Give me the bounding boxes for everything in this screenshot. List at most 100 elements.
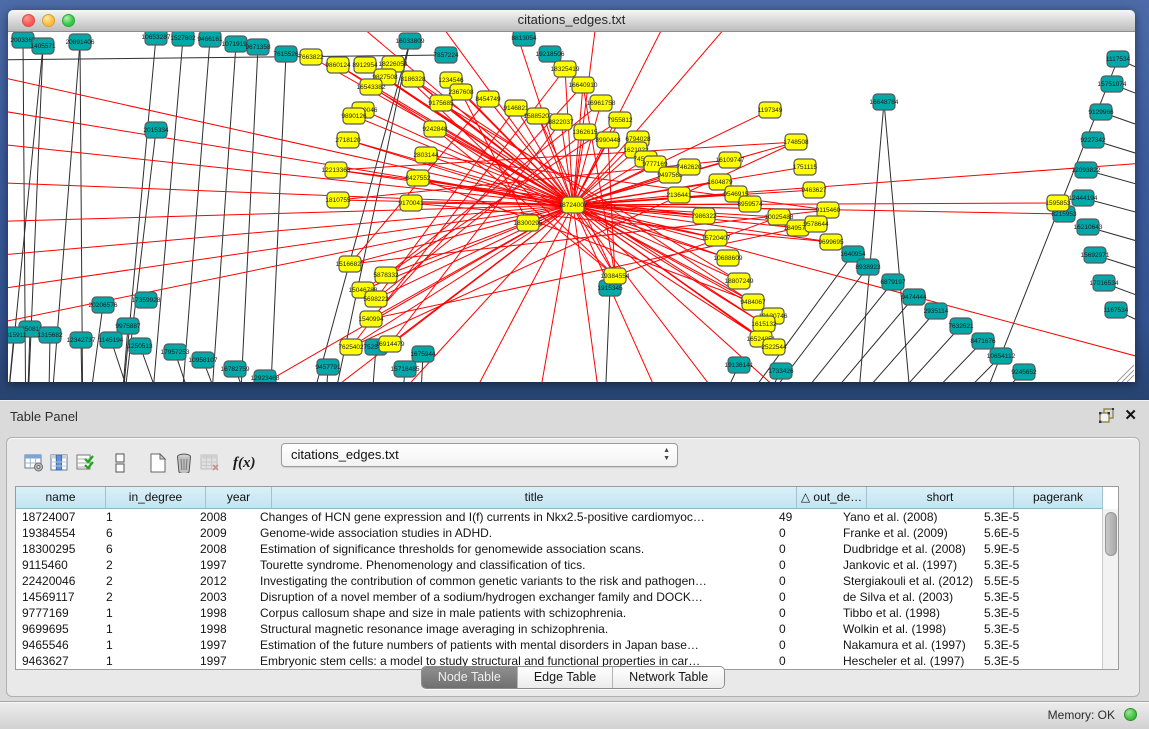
graph-node-9578644[interactable]: 9578644 [803, 216, 829, 232]
graph-node-15751074[interactable]: 15751074 [1098, 76, 1127, 92]
graph-node-2015334[interactable]: 2015334 [143, 122, 169, 138]
network-canvas[interactable]: 1872400720033651405571208914061065328715… [8, 32, 1135, 382]
graph-node-16782759[interactable]: 16782759 [221, 361, 250, 377]
graph-node-9890126[interactable]: 9890126 [341, 108, 367, 124]
graph-node-8822037[interactable]: 8822037 [548, 114, 574, 130]
graph-node-1167534[interactable]: 1167534 [1104, 302, 1129, 318]
graph-node-7986322[interactable]: 7986322 [691, 208, 717, 224]
graph-nodes[interactable]: 1872400720033651405571208914061065328715… [8, 32, 1131, 382]
graph-node-7632621[interactable]: 7632621 [948, 318, 974, 334]
graph-node-9175685[interactable]: 9175685 [428, 95, 454, 111]
graph-node-16648784[interactable]: 16648784 [870, 94, 899, 110]
table-row[interactable]: 946554611997Estimation of the future num… [16, 637, 1118, 653]
scrollbar-thumb[interactable] [1105, 512, 1117, 556]
table-row[interactable]: 1456911722003Disruption of a novel membe… [16, 589, 1118, 605]
graph-node-16543382[interactable]: 16543382 [357, 79, 386, 95]
graph-node-19218506[interactable]: 19218506 [536, 46, 565, 62]
graph-node-2803144[interactable]: 2803144 [413, 147, 439, 163]
clear-selection-icon[interactable] [107, 449, 133, 477]
graph-node-8990448[interactable]: 8990448 [595, 132, 621, 148]
graph-node-7955812[interactable]: 7955812 [607, 112, 633, 128]
graph-node-16914479[interactable]: 16914479 [376, 336, 405, 352]
table-selector-dropdown[interactable]: citations_edges.txt ▲▼ [281, 443, 678, 467]
graph-node-1751115[interactable]: 1751115 [793, 159, 818, 175]
graph-node-18300295[interactable]: 18300295 [514, 215, 543, 231]
graph-node-16033809[interactable]: 16033809 [396, 33, 425, 49]
memory-ok-indicator[interactable] [1124, 708, 1137, 721]
graph-svg[interactable]: 1872400720033651405571208914061065328715… [8, 32, 1135, 382]
graph-node-1615132[interactable]: 1615132 [751, 316, 777, 332]
graph-node-8427552[interactable]: 8427552 [405, 170, 431, 186]
graph-node-15720407[interactable]: 15720407 [702, 230, 731, 246]
graph-node-10688609[interactable]: 10688609 [714, 250, 743, 266]
graph-node-15166827[interactable]: 15166827 [336, 256, 365, 272]
graph-node-1748508[interactable]: 1748508 [783, 134, 809, 150]
column-header-pagerank[interactable]: pagerank [1014, 487, 1103, 509]
graph-node-8959574[interactable]: 8959574 [737, 196, 763, 212]
table-settings-icon[interactable] [21, 449, 47, 477]
graph-node-2935114[interactable]: 2935114 [924, 303, 949, 319]
graph-node-8454749[interactable]: 8454749 [475, 91, 501, 107]
column-header-out_de[interactable]: △ out_de… [797, 487, 867, 509]
graph-node-3315911[interactable]: 3315911 [8, 327, 27, 343]
graph-node-1733426[interactable]: 1733426 [768, 363, 794, 379]
table-row[interactable]: 911546021997Tourette syndrome. Phenomeno… [16, 557, 1118, 573]
select-columns-icon[interactable] [47, 449, 73, 477]
graph-node-18325419[interactable]: 18325419 [551, 61, 580, 77]
graph-node-2136441[interactable]: 2136441 [666, 187, 692, 203]
graph-node-9484067[interactable]: 9484067 [740, 294, 766, 310]
graph-node-9227342[interactable]: 9227342 [1080, 132, 1106, 148]
graph-node-1250513[interactable]: 1250513 [127, 338, 153, 354]
tab-node-table[interactable]: Node Table [422, 667, 517, 688]
graph-node-1527602[interactable]: 1527602 [170, 32, 196, 46]
graph-node-5698222[interactable]: 5698222 [363, 291, 389, 307]
network-window[interactable]: citations_edges.txt 18724007200336514055… [8, 10, 1135, 382]
graph-node-8186328[interactable]: 8186328 [400, 71, 426, 87]
column-header-in_degree[interactable]: in_degree [106, 487, 206, 509]
graph-node-1117534[interactable]: 1117534 [1106, 51, 1131, 67]
graph-node-10958107[interactable]: 10958107 [189, 352, 218, 368]
graph-node-2522544[interactable]: 2522544 [761, 339, 787, 355]
graph-node-15692971[interactable]: 15692971 [1081, 247, 1110, 263]
graph-node-9466161[interactable]: 9466161 [197, 32, 223, 47]
graph-node-10653287[interactable]: 10653287 [142, 32, 171, 45]
table-row[interactable]: 977716911998Corpus callosum shape and si… [16, 605, 1118, 621]
graph-node-8813054[interactable]: 8813054 [511, 32, 537, 46]
graph-node-9474444[interactable]: 9474444 [901, 289, 927, 305]
graph-node-1405571[interactable]: 1405571 [30, 38, 56, 54]
float-panel-icon[interactable] [1099, 408, 1114, 423]
graph-node-17957253[interactable]: 17957253 [161, 344, 190, 360]
graph-node-6879197[interactable]: 6879197 [880, 274, 906, 290]
graph-node-8471676[interactable]: 8471676 [970, 333, 996, 349]
graph-node-18724007[interactable]: 18724007 [559, 197, 588, 213]
graph-node-16640910[interactable]: 16640910 [569, 77, 598, 93]
window-titlebar[interactable]: citations_edges.txt [8, 10, 1135, 32]
column-header-short[interactable]: short [867, 487, 1014, 509]
graph-node-20891406[interactable]: 20891406 [66, 34, 95, 50]
graph-node-8938923[interactable]: 8938923 [855, 259, 881, 275]
graph-node-9671358[interactable]: 9671358 [245, 39, 271, 55]
tab-edge-table[interactable]: Edge Table [517, 667, 612, 688]
zoom-window-button[interactable] [62, 14, 75, 27]
graph-node-20206576[interactable]: 20206576 [89, 297, 118, 313]
graph-node-1540994[interactable]: 1540994 [358, 311, 384, 327]
graph-node-1145194[interactable]: 1145194 [99, 332, 124, 348]
graph-node-10654112[interactable]: 10654112 [987, 348, 1016, 364]
graph-node-7663822[interactable]: 7663822 [298, 49, 324, 65]
graph-node-16210643[interactable]: 16210643 [1074, 219, 1103, 235]
delete-table-icon[interactable] [197, 449, 223, 477]
graph-node-19384554[interactable]: 19384554 [601, 268, 630, 284]
graph-node-1362615[interactable]: 1362615 [572, 124, 598, 140]
graph-node-5878332[interactable]: 5878332 [373, 267, 399, 283]
graph-node-9860124[interactable]: 9860124 [325, 57, 351, 73]
graph-node-17016534[interactable]: 17016534 [1090, 275, 1119, 291]
close-window-button[interactable] [22, 14, 35, 27]
graph-node-7462620[interactable]: 7462620 [676, 159, 702, 175]
delete-rows-icon[interactable] [171, 449, 197, 477]
graph-node-12923468[interactable]: 12923468 [251, 370, 280, 382]
table-vertical-scrollbar[interactable] [1102, 509, 1118, 669]
graph-node-1810755[interactable]: 1810755 [325, 192, 351, 208]
graph-node-9457791[interactable]: 9457791 [315, 359, 341, 375]
tab-network-table[interactable]: Network Table [612, 667, 724, 688]
graph-node-9242848[interactable]: 9242848 [422, 121, 448, 137]
